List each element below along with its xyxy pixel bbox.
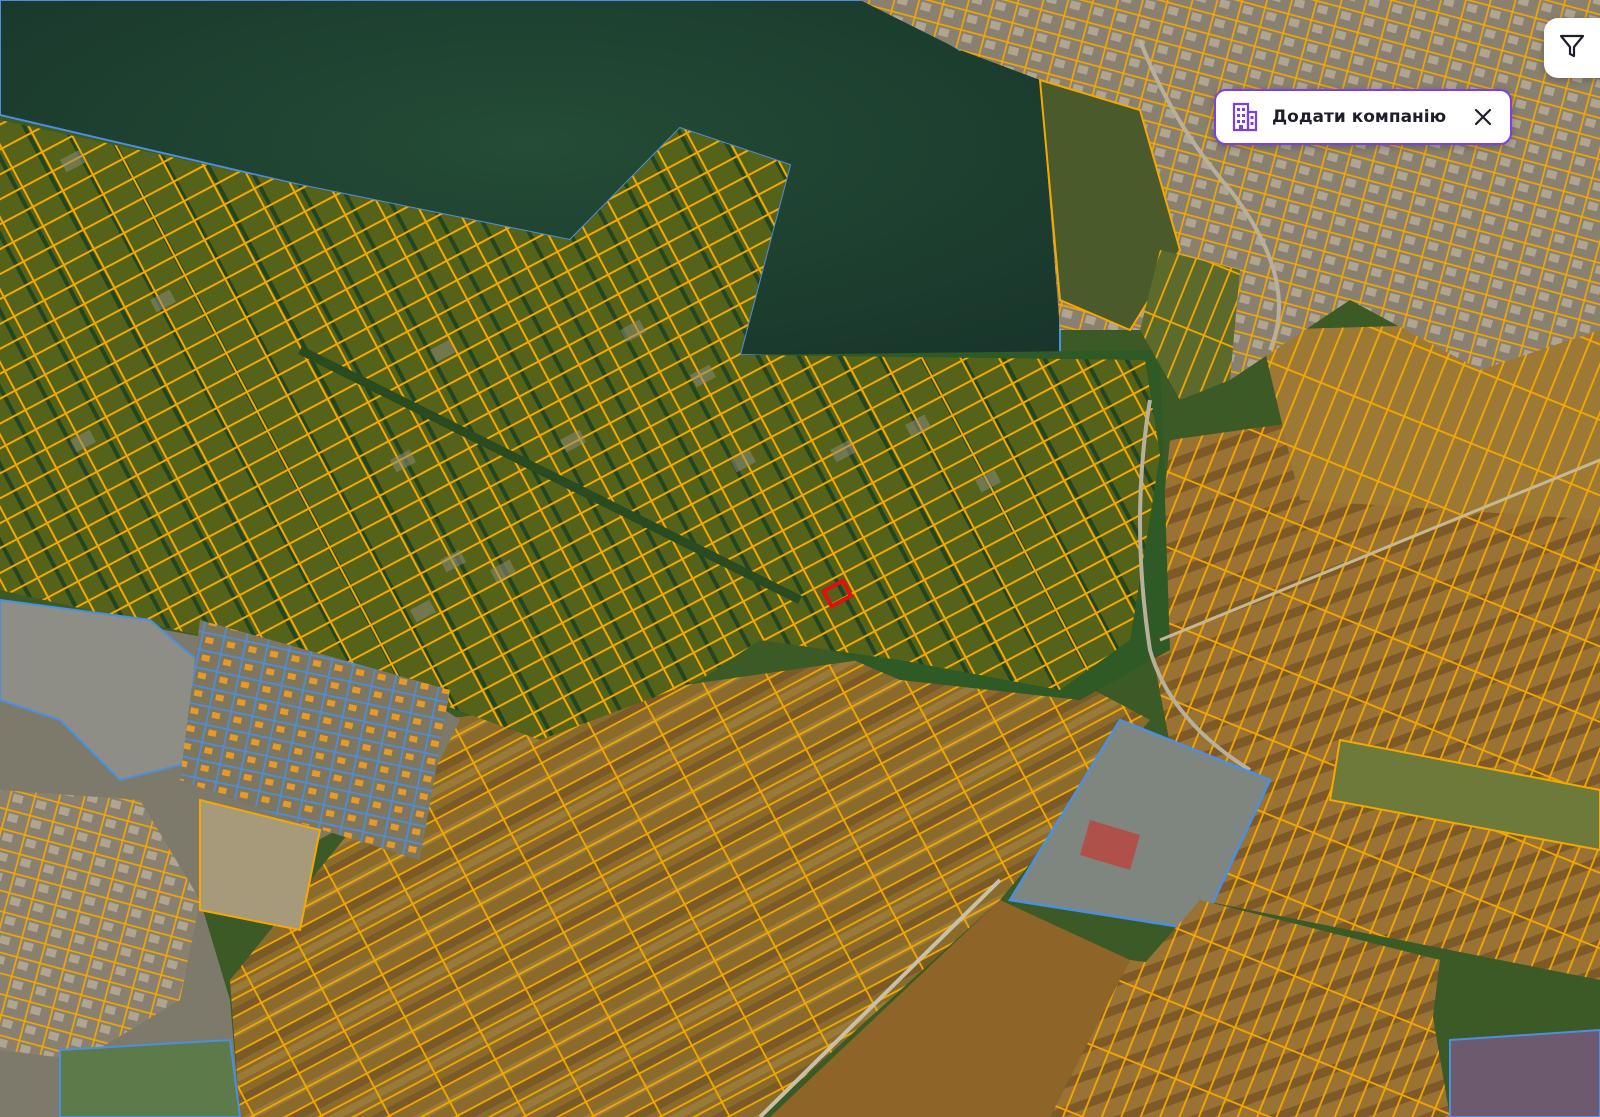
- building-icon: [1230, 101, 1260, 133]
- add-company-label[interactable]: Додати компанію: [1272, 107, 1470, 127]
- add-company-panel[interactable]: Додати компанію: [1214, 89, 1512, 145]
- filter-icon: [1558, 32, 1586, 64]
- filter-button[interactable]: [1544, 18, 1600, 78]
- map-canvas[interactable]: [0, 0, 1600, 1117]
- close-icon[interactable]: [1470, 104, 1496, 130]
